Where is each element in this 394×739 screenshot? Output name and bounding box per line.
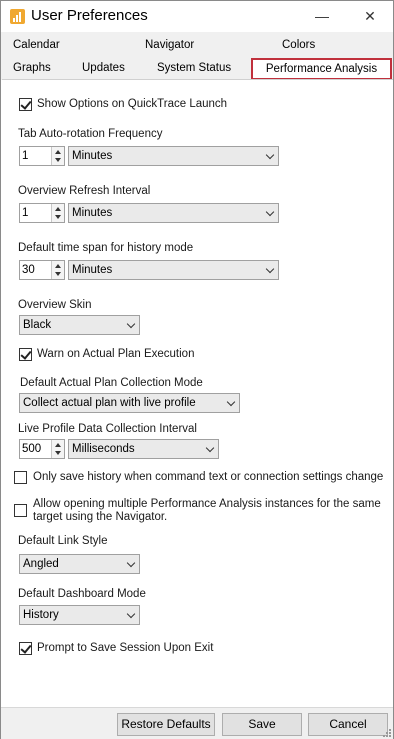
overview-refresh-label: Overview Refresh Interval [18, 185, 151, 197]
overview-skin-label: Overview Skin [18, 299, 92, 311]
history-span-unit-select[interactable]: Minutes [68, 260, 279, 280]
show-options-checkbox[interactable] [19, 98, 32, 111]
prompt-save-label: Prompt to Save Session Upon Exit [37, 642, 214, 654]
spinner-arrows-icon[interactable] [51, 204, 64, 222]
tab-calendar[interactable]: Calendar [13, 39, 60, 51]
chevron-down-icon [265, 207, 275, 217]
tab-performance-analysis[interactable]: Performance Analysis [251, 58, 392, 80]
close-button[interactable]: ✕ [347, 1, 393, 32]
tab-rotation-label: Tab Auto-rotation Frequency [18, 128, 163, 140]
plan-mode-select[interactable]: Collect actual plan with live profile [19, 393, 240, 413]
dialog-footer: Restore Defaults Save Cancel [1, 707, 393, 739]
cancel-button[interactable]: Cancel [308, 713, 388, 736]
tab-updates[interactable]: Updates [82, 62, 125, 74]
plan-mode-value: Collect actual plan with live profile [23, 397, 196, 409]
live-profile-unit-select[interactable]: Milliseconds [68, 439, 219, 459]
tab-strip: Calendar Navigator Colors Graphs Updates… [1, 32, 393, 80]
warn-plan-label: Warn on Actual Plan Execution [37, 348, 195, 360]
tab-navigator[interactable]: Navigator [145, 39, 194, 51]
multi-instances-label-line2: target using the Navigator. [33, 511, 168, 523]
multi-instances-label-line1: Allow opening multiple Performance Analy… [33, 498, 381, 510]
overview-refresh-unit-select[interactable]: Minutes [68, 203, 279, 223]
save-history-checkbox[interactable] [14, 471, 27, 484]
live-profile-value: 500 [22, 443, 42, 455]
tab-colors[interactable]: Colors [282, 39, 315, 51]
overview-refresh-unit-value: Minutes [72, 207, 113, 219]
tab-system-status[interactable]: System Status [157, 62, 231, 74]
prompt-save-checkbox[interactable] [19, 642, 32, 655]
spinner-arrows-icon[interactable] [51, 440, 64, 458]
tab-rotation-spinner[interactable]: 1 [19, 146, 65, 166]
live-profile-spinner[interactable]: 500 [19, 439, 65, 459]
multi-instances-checkbox[interactable] [14, 504, 27, 517]
chevron-down-icon [265, 264, 275, 274]
chevron-down-icon [126, 609, 136, 619]
overview-skin-value: Black [23, 319, 52, 331]
chevron-down-icon [126, 558, 136, 568]
performance-analysis-panel: Show Options on QuickTrace Launch Tab Au… [2, 79, 393, 707]
app-chart-icon [10, 9, 25, 24]
title-bar: User Preferences — ✕ [1, 1, 393, 32]
window-title: User Preferences [31, 7, 148, 24]
chevron-down-icon [265, 150, 275, 160]
chevron-down-icon [126, 319, 136, 329]
user-preferences-window: User Preferences — ✕ Calendar Navigator … [0, 0, 394, 739]
live-profile-unit-value: Milliseconds [72, 443, 135, 455]
spinner-arrows-icon[interactable] [51, 147, 64, 165]
spinner-arrows-icon[interactable] [51, 261, 64, 279]
link-style-value: Angled [23, 558, 59, 570]
link-style-select[interactable]: Angled [19, 554, 140, 574]
dashboard-mode-select[interactable]: History [19, 605, 140, 625]
overview-refresh-spinner[interactable]: 1 [19, 203, 65, 223]
show-options-label: Show Options on QuickTrace Launch [37, 98, 228, 110]
tab-graphs[interactable]: Graphs [13, 62, 51, 74]
save-button[interactable]: Save [222, 713, 302, 736]
plan-mode-label: Default Actual Plan Collection Mode [20, 377, 203, 389]
history-span-unit-value: Minutes [72, 264, 113, 276]
live-profile-label: Live Profile Data Collection Interval [18, 423, 197, 435]
save-history-label: Only save history when command text or c… [33, 471, 384, 483]
chevron-down-icon [205, 443, 215, 453]
tab-rotation-unit-value: Minutes [72, 150, 113, 162]
history-span-spinner[interactable]: 30 [19, 260, 65, 280]
dashboard-mode-value: History [23, 609, 59, 621]
restore-defaults-button[interactable]: Restore Defaults [117, 713, 215, 736]
history-span-label: Default time span for history mode [18, 242, 194, 254]
link-style-label: Default Link Style [18, 535, 108, 547]
overview-skin-select[interactable]: Black [19, 315, 140, 335]
tab-rotation-value: 1 [22, 150, 29, 162]
overview-refresh-value: 1 [22, 207, 29, 219]
minimize-button[interactable]: — [299, 1, 345, 32]
history-span-value: 30 [22, 264, 35, 276]
chevron-down-icon [226, 397, 236, 407]
resize-grip-icon[interactable] [383, 729, 391, 737]
warn-plan-checkbox[interactable] [19, 348, 32, 361]
dashboard-mode-label: Default Dashboard Mode [18, 588, 146, 600]
tab-rotation-unit-select[interactable]: Minutes [68, 146, 279, 166]
